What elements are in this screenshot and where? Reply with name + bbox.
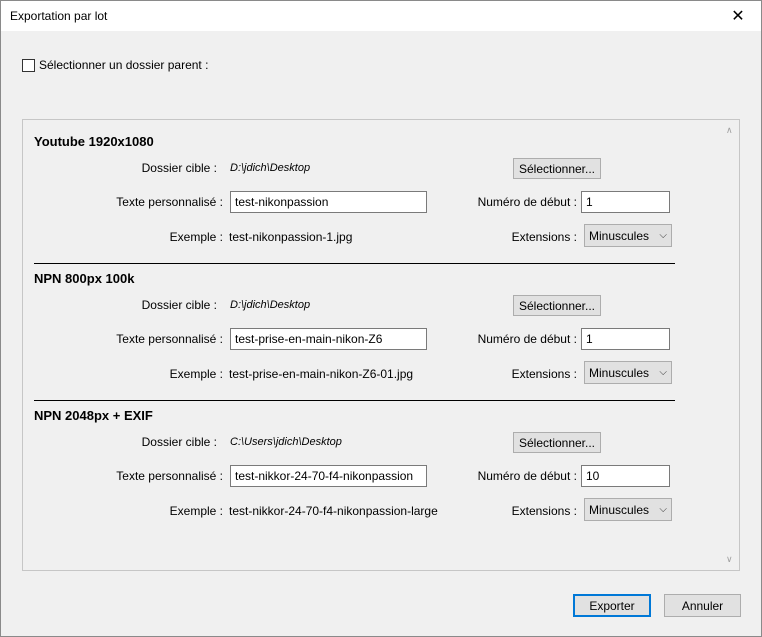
- extensions-label: Extensions :: [511, 504, 577, 518]
- extensions-select[interactable]: Minuscules ⌵: [584, 361, 672, 384]
- scroll-down-icon[interactable]: ∨: [726, 554, 733, 565]
- start-number-label: Numéro de début :: [477, 332, 577, 346]
- chevron-down-icon: ⌵: [659, 230, 667, 241]
- parent-folder-checkbox[interactable]: [22, 58, 35, 72]
- preset-title: Youtube 1920x1080: [34, 134, 154, 149]
- extensions-select[interactable]: Minuscules ⌵: [584, 224, 672, 247]
- chevron-down-icon: ⌵: [659, 504, 667, 515]
- section-divider: [34, 263, 675, 264]
- select-folder-button[interactable]: Sélectionner...: [513, 432, 601, 453]
- preset-section: NPN 800px 100k Dossier cible : D:\jdich\…: [23, 271, 723, 401]
- example-label: Exemple :: [169, 504, 223, 518]
- example-label: Exemple :: [169, 367, 223, 381]
- custom-text-input[interactable]: test-nikkor-24-70-f4-nikonpassion: [230, 465, 427, 487]
- custom-text-label: Texte personnalisé :: [116, 469, 223, 483]
- start-number-label: Numéro de début :: [477, 469, 577, 483]
- target-folder-label: Dossier cible :: [141, 161, 217, 175]
- preset-section: Youtube 1920x1080 Dossier cible : D:\jdi…: [23, 134, 723, 264]
- export-button[interactable]: Exporter: [573, 594, 651, 617]
- chevron-down-icon: ⌵: [659, 367, 667, 378]
- custom-text-input[interactable]: test-nikonpassion: [230, 191, 427, 213]
- extensions-select[interactable]: Minuscules ⌵: [584, 498, 672, 521]
- extensions-label: Extensions :: [511, 367, 577, 381]
- close-icon[interactable]: ✕: [715, 1, 761, 31]
- custom-text-label: Texte personnalisé :: [116, 195, 223, 209]
- start-number-label: Numéro de début :: [477, 195, 577, 209]
- target-folder-path: C:\Users\jdich\Desktop: [230, 436, 342, 448]
- preset-section: NPN 2048px + EXIF Dossier cible : C:\Use…: [23, 408, 723, 538]
- presets-panel: Youtube 1920x1080 Dossier cible : D:\jdi…: [22, 119, 740, 571]
- export-dialog: Exportation par lot ✕ Sélectionner un do…: [0, 0, 762, 637]
- start-number-input[interactable]: 1: [581, 328, 670, 350]
- extensions-value: Minuscules: [589, 228, 650, 243]
- section-divider: [34, 400, 675, 401]
- scroll-up-icon[interactable]: ∧: [726, 125, 733, 136]
- example-label: Exemple :: [169, 230, 223, 244]
- start-number-input[interactable]: 10: [581, 465, 670, 487]
- vertical-scrollbar[interactable]: ∧ ∨: [722, 120, 739, 570]
- parent-folder-label: Sélectionner un dossier parent :: [39, 58, 209, 72]
- example-filename: test-nikonpassion-1.jpg: [229, 230, 353, 244]
- extensions-label: Extensions :: [511, 230, 577, 244]
- title-bar: Exportation par lot ✕: [1, 1, 761, 31]
- cancel-button[interactable]: Annuler: [664, 594, 741, 617]
- target-folder-path: D:\jdich\Desktop: [230, 299, 311, 311]
- target-folder-label: Dossier cible :: [141, 435, 217, 449]
- extensions-value: Minuscules: [589, 365, 650, 380]
- select-folder-button[interactable]: Sélectionner...: [513, 295, 601, 316]
- extensions-value: Minuscules: [589, 502, 650, 517]
- target-folder-label: Dossier cible :: [141, 298, 217, 312]
- example-filename: test-nikkor-24-70-f4-nikonpassion-large: [229, 504, 438, 518]
- select-folder-button[interactable]: Sélectionner...: [513, 158, 601, 179]
- example-filename: test-prise-en-main-nikon-Z6-01.jpg: [229, 367, 414, 381]
- preset-title: NPN 2048px + EXIF: [34, 408, 153, 423]
- preset-title: NPN 800px 100k: [34, 271, 135, 286]
- custom-text-input[interactable]: test-prise-en-main-nikon-Z6: [230, 328, 427, 350]
- custom-text-label: Texte personnalisé :: [116, 332, 223, 346]
- target-folder-path: D:\jdich\Desktop: [230, 162, 311, 174]
- window-title: Exportation par lot: [10, 9, 108, 23]
- parent-folder-row[interactable]: Sélectionner un dossier parent :: [22, 58, 208, 72]
- start-number-input[interactable]: 1: [581, 191, 670, 213]
